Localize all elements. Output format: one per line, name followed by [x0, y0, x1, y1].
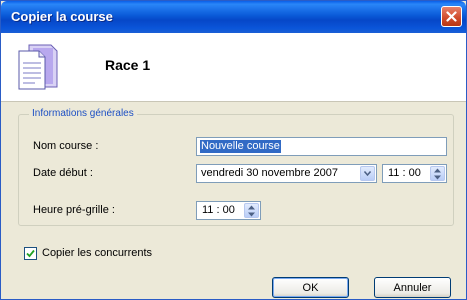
- group-legend: Informations générales: [29, 108, 137, 119]
- spin-down-icon: [434, 175, 441, 180]
- pregrid-time-field[interactable]: 11 : 00: [196, 201, 261, 220]
- start-date-label: Date début :: [33, 167, 93, 179]
- close-icon: [446, 11, 457, 22]
- spin-up-icon: [434, 168, 441, 173]
- copy-competitors-label[interactable]: Copier les concurrents: [42, 247, 152, 259]
- start-time-spinner[interactable]: [430, 166, 445, 181]
- race-name-input[interactable]: Nouvelle course: [196, 137, 447, 156]
- pregrid-time-label: Heure pré-grille :: [33, 204, 115, 216]
- window-title: Copier la course: [11, 9, 113, 24]
- spin-down-icon: [248, 212, 255, 217]
- title-bar[interactable]: Copier la course: [1, 1, 466, 33]
- header-panel: Race 1: [1, 33, 466, 102]
- pregrid-time-value: 11 : 00: [202, 204, 235, 216]
- copy-race-dialog: Copier la course Race 1 Informations gén…: [0, 0, 467, 300]
- copy-document-icon: [18, 44, 58, 90]
- date-dropdown-button[interactable]: [360, 166, 375, 181]
- start-date-picker[interactable]: vendredi 30 novembre 2007: [196, 164, 377, 183]
- race-name-label: Nom course :: [33, 140, 99, 152]
- race-name: Race 1: [105, 57, 151, 73]
- pregrid-time-spinner[interactable]: [244, 203, 259, 218]
- start-time-field[interactable]: 11 : 00: [382, 164, 447, 183]
- start-date-value: vendredi 30 novembre 2007: [201, 167, 338, 179]
- spin-up-icon: [248, 205, 255, 210]
- race-name-value: Nouvelle course: [200, 140, 281, 153]
- checkmark-icon: [26, 249, 35, 258]
- ok-button[interactable]: OK: [272, 277, 349, 298]
- start-time-value: 11 : 00: [388, 167, 421, 179]
- cancel-button[interactable]: Annuler: [374, 277, 451, 298]
- copy-competitors-checkbox[interactable]: [24, 247, 37, 260]
- chevron-down-icon: [364, 171, 371, 176]
- close-button[interactable]: [441, 6, 462, 27]
